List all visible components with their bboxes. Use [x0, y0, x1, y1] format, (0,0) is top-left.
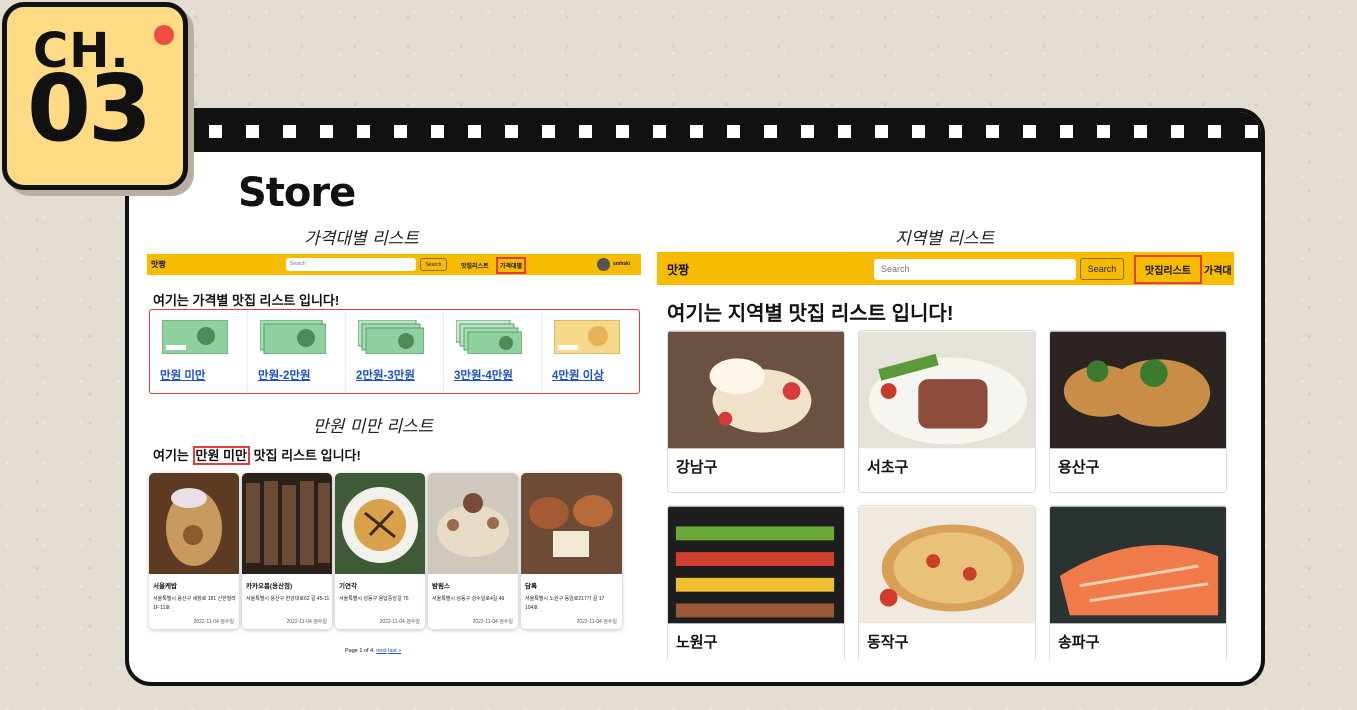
- price-link-over-40k[interactable]: 4만원 이상: [552, 367, 604, 383]
- navbar: 맛짱 Search Search 맛집리스트 가격대: [657, 252, 1234, 285]
- dessert-photo: [668, 331, 844, 449]
- last-page-link[interactable]: last »: [388, 648, 401, 654]
- search-button[interactable]: Search: [1080, 258, 1124, 280]
- price-heading: 여기는 가격별 맛집 리스트 입니다!: [153, 293, 340, 308]
- heading-highlight: 만원 미만: [192, 446, 250, 465]
- restaurant-address: 서울특별시 용산구 한강대로62 길 45-11: [246, 596, 330, 602]
- banknote-50000-icon: [554, 320, 620, 354]
- salmon-photo: [1050, 506, 1226, 624]
- price-page-screenshot: 맛짱 Search Search 맛집리스트 가격대별 smhski 여기는 가…: [147, 254, 641, 664]
- food-photo: [242, 473, 332, 574]
- region-page-screenshot: 맛짱 Search Search 맛집리스트 가격대 여기는 지역별 맛집 리스…: [657, 252, 1234, 660]
- nav-link-price[interactable]: 가격대별: [496, 257, 527, 274]
- film-holes: [209, 125, 1258, 138]
- restaurant-card[interactable]: 카카오봄(용산점) 서울특별시 용산구 한강대로62 길 45-11 2022-…: [242, 473, 332, 629]
- price-link-30k-40k[interactable]: 3만원-4만원: [454, 367, 513, 383]
- skewers-photo: [668, 506, 844, 624]
- pizza-photo: [859, 506, 1035, 624]
- price-card[interactable]: 2만원-3만원: [346, 310, 444, 393]
- restaurant-address: 서울특별시 성동구 성수일로4길 49: [432, 596, 505, 602]
- price-link-under-10k[interactable]: 만원 미만: [160, 367, 206, 383]
- search-input[interactable]: Search: [286, 258, 416, 271]
- page-info: Page 1 of 4.: [345, 648, 375, 654]
- region-name: 송파구: [1058, 634, 1100, 651]
- film-strip: [129, 112, 1261, 152]
- steak-photo: [859, 331, 1035, 449]
- region-name: 강남구: [676, 459, 718, 476]
- restaurant-date: 2022-11-04 검수일: [472, 619, 513, 625]
- avatar[interactable]: [597, 258, 610, 271]
- restaurant-address: 서울특별시 성동구 용답중앙길 76: [339, 596, 409, 602]
- restaurant-name: 담록: [525, 583, 537, 590]
- restaurant-card[interactable]: 서울케밥 서울특별시 용산구 세창로 181 신한빌라 1F 11호 2022-…: [149, 473, 239, 629]
- banknotes-icon: [456, 320, 522, 354]
- restaurant-card[interactable]: 담록 서울특별시 노원구 동일로217가 길 17 104호 2022-11-0…: [521, 473, 622, 629]
- burger-photo: [1050, 331, 1226, 449]
- restaurant-name: 밤림스: [432, 583, 450, 590]
- restaurant-date: 2022-11-04 검수일: [379, 619, 420, 625]
- price-link-20k-30k[interactable]: 2만원-3만원: [356, 367, 415, 383]
- restaurant-name: 카카오봄(용산점): [246, 583, 293, 590]
- restaurant-date: 2022-11-04 검수일: [576, 619, 617, 625]
- price-link-10k-20k[interactable]: 만원-2만원: [258, 367, 311, 383]
- banknote-icon: [162, 320, 228, 354]
- food-photo: [335, 473, 425, 574]
- caption-under-10k: 만원 미만 리스트: [313, 417, 434, 437]
- restaurant-date: 2022-11-04 검수일: [193, 619, 234, 625]
- restaurant-name: 기연각: [339, 583, 357, 590]
- food-photo: [149, 473, 239, 574]
- restaurant-list: 서울케밥 서울특별시 용산구 세창로 181 신한빌라 1F 11호 2022-…: [149, 473, 622, 629]
- nav-link-list[interactable]: 맛집리스트: [461, 261, 489, 270]
- region-name: 동작구: [867, 634, 909, 651]
- brand-logo[interactable]: 맛짱: [667, 261, 689, 278]
- food-photo: [428, 473, 518, 574]
- brand-logo[interactable]: 맛짱: [151, 259, 166, 270]
- red-dot-icon: [154, 25, 174, 45]
- restaurant-card[interactable]: 밤림스 서울특별시 성동구 성수일로4길 49 2022-11-04 검수일: [428, 473, 518, 629]
- region-heading: 여기는 지역별 맛집 리스트 입니다!: [667, 303, 954, 325]
- restaurant-address: 서울특별시 용산구 세창로 181 신한빌라 1F 11호: [153, 596, 236, 611]
- search-button[interactable]: Search: [420, 258, 447, 271]
- chapter-badge: CH. 03: [2, 2, 188, 190]
- caption-price-list: 가격대별 리스트: [304, 229, 419, 249]
- region-card[interactable]: 서초구: [858, 330, 1036, 493]
- restaurant-name: 서울케밥: [153, 583, 177, 590]
- region-card[interactable]: 동작구: [858, 505, 1036, 660]
- restaurant-card[interactable]: 기연각 서울특별시 성동구 용답중앙길 76 2022-11-04 검수일: [335, 473, 425, 629]
- region-card[interactable]: 송파구: [1049, 505, 1227, 660]
- food-photo: [521, 473, 622, 574]
- heading-prefix: 여기는: [153, 448, 189, 463]
- banknotes-icon: [260, 320, 326, 354]
- user-name[interactable]: smhski: [613, 261, 630, 267]
- caption-region-list: 지역별 리스트: [895, 229, 995, 249]
- region-name: 용산구: [1058, 459, 1100, 476]
- banknotes-icon: [358, 320, 424, 354]
- region-card[interactable]: 강남구: [667, 330, 845, 493]
- price-card[interactable]: 3만원-4만원: [444, 310, 542, 393]
- chapter-number: 03: [27, 55, 152, 162]
- slide-title: Store: [238, 170, 356, 216]
- restaurant-date: 2022-11-04 검수일: [286, 619, 327, 625]
- region-card[interactable]: 노원구: [667, 505, 845, 660]
- nav-link-price[interactable]: 가격대: [1204, 262, 1232, 277]
- price-card[interactable]: 만원 미만: [150, 310, 248, 393]
- price-card[interactable]: 만원-2만원: [248, 310, 346, 393]
- pagination: Page 1 of 4. next last »: [345, 648, 401, 654]
- restaurant-address: 서울특별시 노원구 동일로217가 길 17 104호: [525, 596, 605, 611]
- under-10k-heading: 여기는 만원 미만 맛집 리스트 입니다!: [153, 445, 361, 465]
- next-page-link[interactable]: next: [376, 648, 386, 654]
- region-card[interactable]: 용산구: [1049, 330, 1227, 493]
- region-name: 노원구: [676, 634, 718, 651]
- price-card[interactable]: 4만원 이상: [542, 310, 639, 393]
- navbar: 맛짱 Search Search 맛집리스트 가격대별 smhski: [147, 254, 641, 275]
- nav-link-list[interactable]: 맛집리스트: [1134, 255, 1202, 284]
- region-name: 서초구: [867, 459, 909, 476]
- price-category-list: 만원 미만 만원-2만원 2만원-3만원 3만원-4만원 4만원 이상: [149, 309, 640, 394]
- search-input[interactable]: Search: [874, 259, 1076, 280]
- heading-suffix: 맛집 리스트 입니다!: [253, 448, 361, 463]
